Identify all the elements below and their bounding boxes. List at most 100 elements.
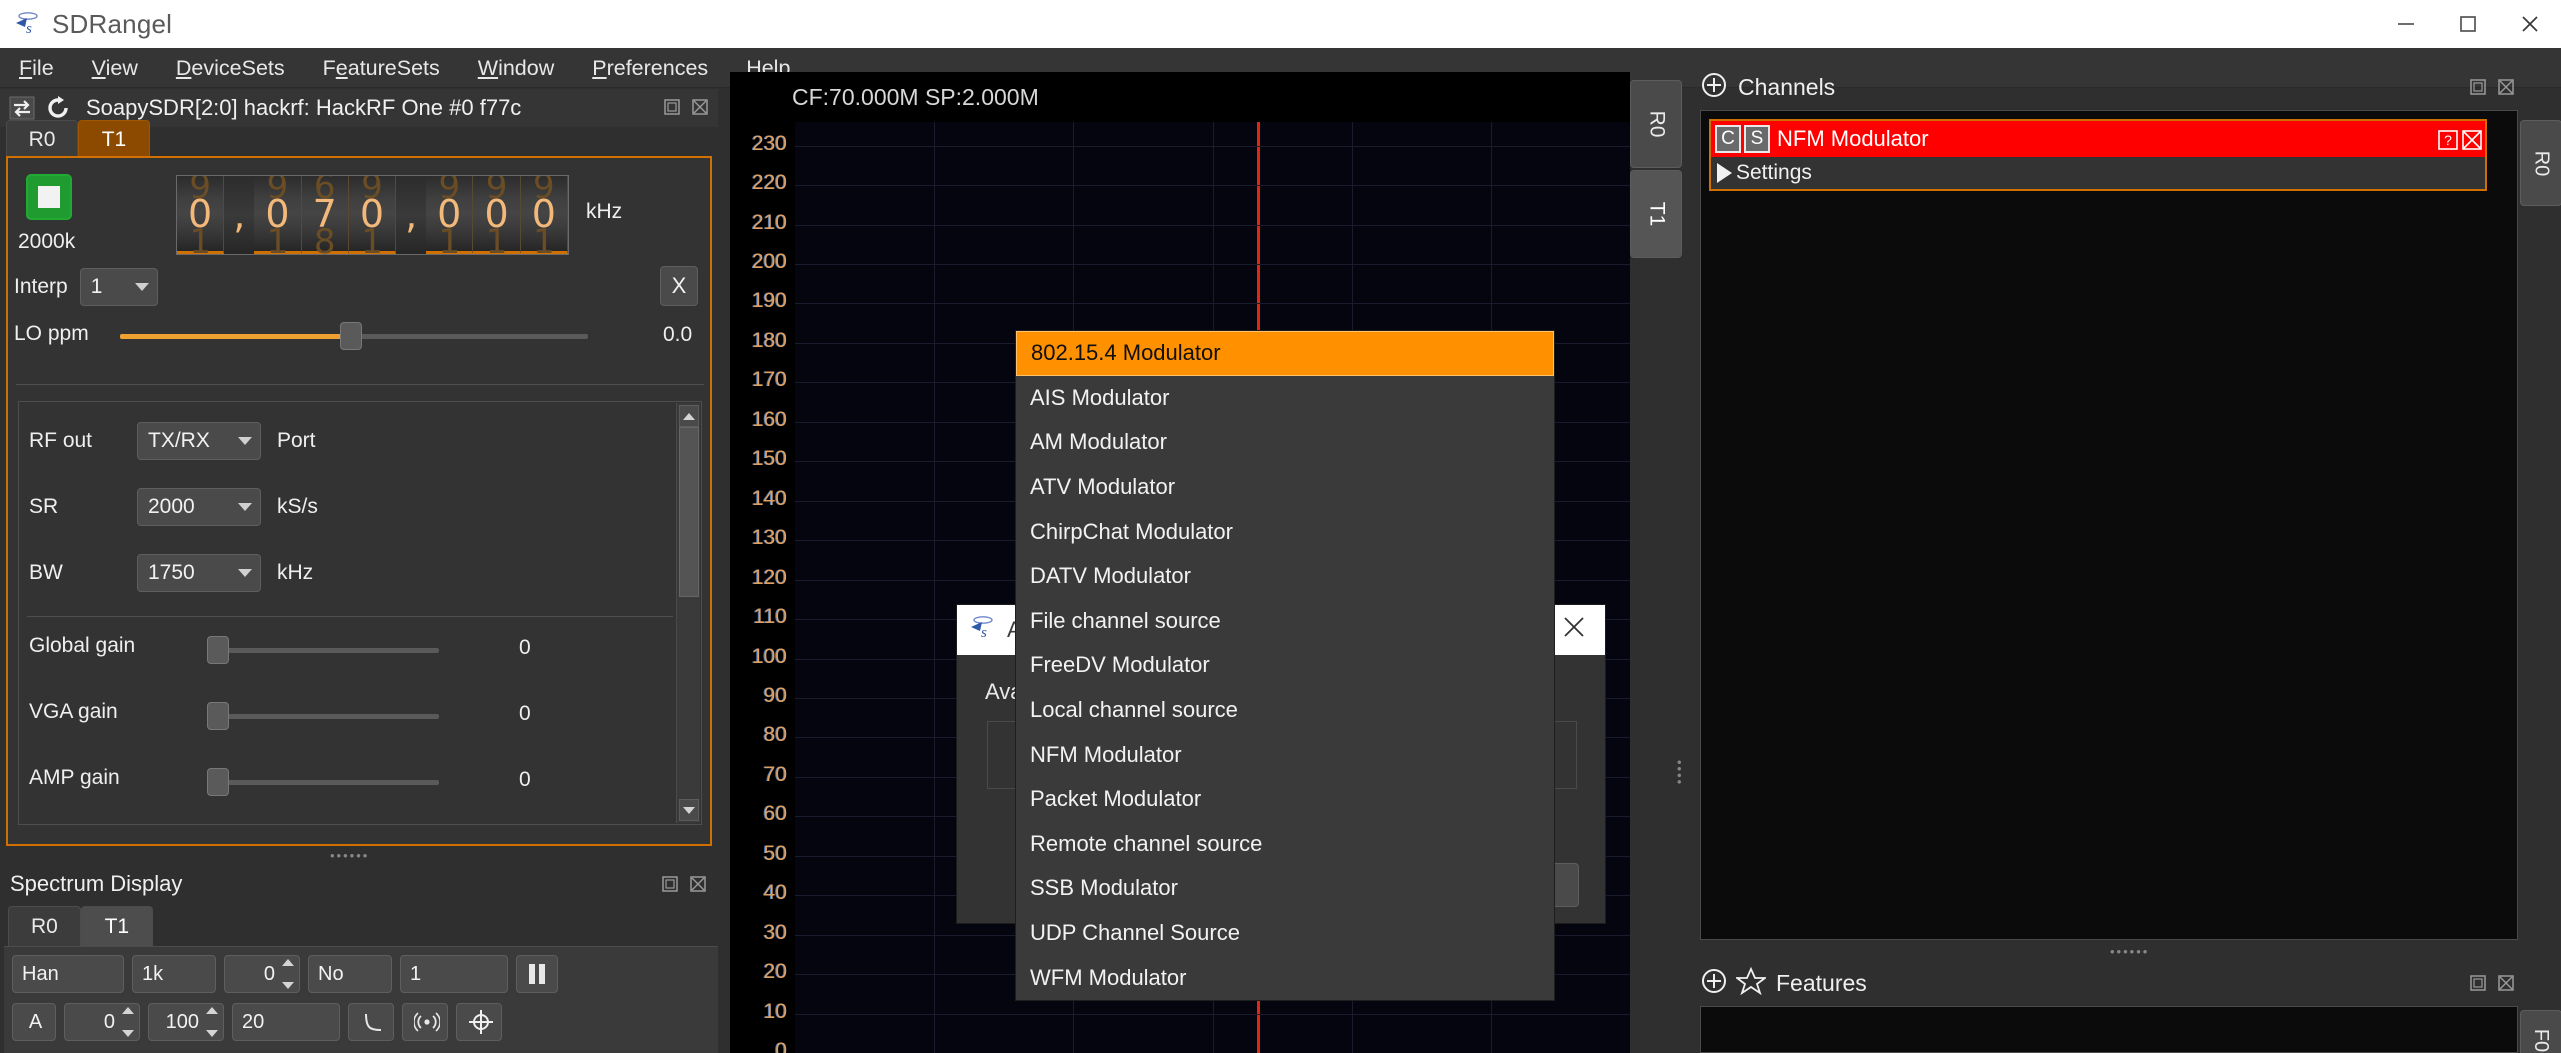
- range-spinbox[interactable]: 100: [148, 1003, 224, 1041]
- dropdown-item-file-channel-source[interactable]: File channel source: [1016, 599, 1554, 644]
- dropdown-item-chirpchat-modulator[interactable]: ChirpChat Modulator: [1016, 509, 1554, 554]
- device-close-button[interactable]: X: [660, 266, 698, 306]
- chevron-down-icon: [238, 569, 252, 577]
- device-parameters-scrollbar[interactable]: [676, 403, 700, 823]
- ref-level-spinner[interactable]: [119, 1005, 137, 1039]
- spectrum-side-tab-r0[interactable]: R0: [1630, 80, 1682, 168]
- signal-wave-button[interactable]: [402, 1003, 448, 1041]
- device-tab-r0[interactable]: R0: [6, 120, 78, 158]
- dock-resize-grip-left[interactable]: ••••: [1672, 760, 1687, 786]
- star-icon[interactable]: [1734, 966, 1768, 1000]
- pause-button[interactable]: [516, 955, 558, 993]
- close-icon[interactable]: [2461, 129, 2482, 150]
- start-stop-button[interactable]: [26, 174, 72, 220]
- range-spinner[interactable]: [203, 1005, 221, 1039]
- menu-devicesets[interactable]: DeviceSets: [157, 48, 304, 88]
- dropdown-item-am-modulator[interactable]: AM Modulator: [1016, 420, 1554, 465]
- dropdown-item-udp-channel-source[interactable]: UDP Channel Source: [1016, 911, 1554, 956]
- spectrum-tab-r0[interactable]: R0: [8, 906, 81, 946]
- plus-circle-icon[interactable]: [1700, 71, 1728, 104]
- interp-combo[interactable]: 1: [79, 268, 158, 306]
- bw-combo[interactable]: 1750: [137, 554, 261, 592]
- overlap-spinner[interactable]: [279, 957, 297, 991]
- spectrum-tab-t1[interactable]: T1: [80, 906, 153, 946]
- freq-digit-7[interactable]: 901: [473, 176, 521, 254]
- close-icon[interactable]: [690, 97, 710, 117]
- channels-side-tab-r0[interactable]: R0: [2520, 120, 2561, 206]
- spectrum-side-tab-t1[interactable]: T1: [1630, 170, 1682, 258]
- restore-icon[interactable]: [662, 97, 682, 117]
- close-icon[interactable]: [2499, 0, 2561, 48]
- dropdown-item-nfm-modulator[interactable]: NFM Modulator: [1016, 732, 1554, 777]
- averaging-combo[interactable]: 1: [400, 955, 508, 993]
- scroll-down-button[interactable]: [679, 799, 699, 821]
- restore-icon[interactable]: [2468, 77, 2488, 97]
- global-gain-slider[interactable]: [207, 636, 439, 664]
- channel-chip-s[interactable]: S: [1744, 125, 1770, 153]
- menu-file[interactable]: File: [0, 48, 73, 88]
- modulator-dropdown-list[interactable]: 802.15.4 Modulator AIS Modulator AM Modula…: [1015, 330, 1555, 1001]
- dropdown-item-ssb-modulator[interactable]: SSB Modulator: [1016, 866, 1554, 911]
- channel-chip-c[interactable]: C: [1715, 125, 1741, 153]
- freq-digit-8[interactable]: 901: [520, 176, 568, 254]
- freq-digit-3[interactable]: 678: [301, 176, 349, 254]
- averaging-mode-combo[interactable]: No: [308, 955, 392, 993]
- channel-title-bar[interactable]: C S NFM Modulator ?: [1711, 121, 2485, 157]
- dropdown-item-802-15-4-modulator[interactable]: 802.15.4 Modulator: [1016, 331, 1554, 376]
- fft-size-combo[interactable]: 1k: [132, 955, 216, 993]
- menu-preferences[interactable]: Preferences: [573, 48, 727, 88]
- dropdown-item-wfm-modulator[interactable]: WFM Modulator: [1016, 955, 1554, 1000]
- plus-circle-icon[interactable]: [1700, 967, 1728, 1000]
- dropdown-item-remote-channel-source[interactable]: Remote channel source: [1016, 822, 1554, 867]
- maximize-icon[interactable]: [2437, 0, 2499, 48]
- restore-icon[interactable]: [660, 874, 680, 894]
- rf-out-combo[interactable]: TX/RX: [137, 422, 261, 460]
- dock-resize-grip-right[interactable]: ••••••: [2110, 944, 2149, 959]
- restore-icon[interactable]: [2468, 973, 2488, 993]
- lo-ppm-thumb[interactable]: [339, 322, 362, 350]
- menu-view[interactable]: View: [73, 48, 157, 88]
- device-tab-t1[interactable]: T1: [78, 120, 150, 158]
- lo-ppm-slider[interactable]: [120, 322, 588, 350]
- sr-combo[interactable]: 2000: [137, 488, 261, 526]
- close-icon[interactable]: [688, 874, 708, 894]
- overlap-spinbox[interactable]: 0: [224, 955, 300, 993]
- close-icon[interactable]: [2496, 77, 2516, 97]
- scroll-up-button[interactable]: [679, 405, 699, 427]
- scrollbar-thumb[interactable]: [679, 427, 699, 597]
- minimize-icon[interactable]: [2375, 0, 2437, 48]
- menu-featuresets[interactable]: FeatureSets: [304, 48, 459, 88]
- global-gain-thumb[interactable]: [207, 636, 229, 664]
- close-icon[interactable]: [1561, 614, 1587, 647]
- dropdown-item-freedv-modulator[interactable]: FreeDV Modulator: [1016, 643, 1554, 688]
- amp-gain-slider[interactable]: [207, 768, 439, 796]
- ab-toggle-button[interactable]: A: [12, 1003, 56, 1041]
- ref-level-spinbox[interactable]: 0: [64, 1003, 140, 1041]
- amp-gain-thumb[interactable]: [207, 768, 229, 796]
- vga-gain-thumb[interactable]: [207, 702, 229, 730]
- help-icon[interactable]: ?: [2437, 129, 2458, 150]
- freq-digit-2[interactable]: 901: [254, 176, 302, 254]
- channel-settings-row[interactable]: Settings: [1711, 157, 2485, 189]
- features-side-tab-f0[interactable]: F0: [2520, 1010, 2561, 1053]
- freq-digit-4[interactable]: 901: [348, 176, 397, 254]
- close-icon[interactable]: [2496, 973, 2516, 993]
- freq-digit-6[interactable]: 901: [426, 176, 474, 254]
- channel-card-nfm-modulator[interactable]: C S NFM Modulator ? Settings: [1709, 119, 2487, 191]
- window-function-combo[interactable]: Han: [12, 955, 124, 993]
- vga-gain-slider[interactable]: [207, 702, 439, 730]
- menu-window[interactable]: Window: [459, 48, 573, 88]
- dropdown-item-datv-modulator[interactable]: DATV Modulator: [1016, 554, 1554, 599]
- frequency-dial[interactable]: 901 , 901 678 901 , 901 901 901: [176, 175, 569, 255]
- dropdown-item-packet-modulator[interactable]: Packet Modulator: [1016, 777, 1554, 822]
- crosshair-button[interactable]: [456, 1003, 502, 1041]
- dropdown-item-ais-modulator[interactable]: AIS Modulator: [1016, 376, 1554, 421]
- dropdown-item-atv-modulator[interactable]: ATV Modulator: [1016, 465, 1554, 510]
- decay-combo[interactable]: 20: [232, 1003, 340, 1041]
- dropdown-item-local-channel-source[interactable]: Local channel source: [1016, 688, 1554, 733]
- freq-digit-0[interactable]: 901: [177, 176, 225, 254]
- features-dock-window-icons: [2468, 973, 2516, 993]
- decay-curve-icon: [364, 1013, 381, 1031]
- panel-resize-grip[interactable]: ••••••: [330, 848, 369, 863]
- decay-curve-button[interactable]: [348, 1003, 394, 1041]
